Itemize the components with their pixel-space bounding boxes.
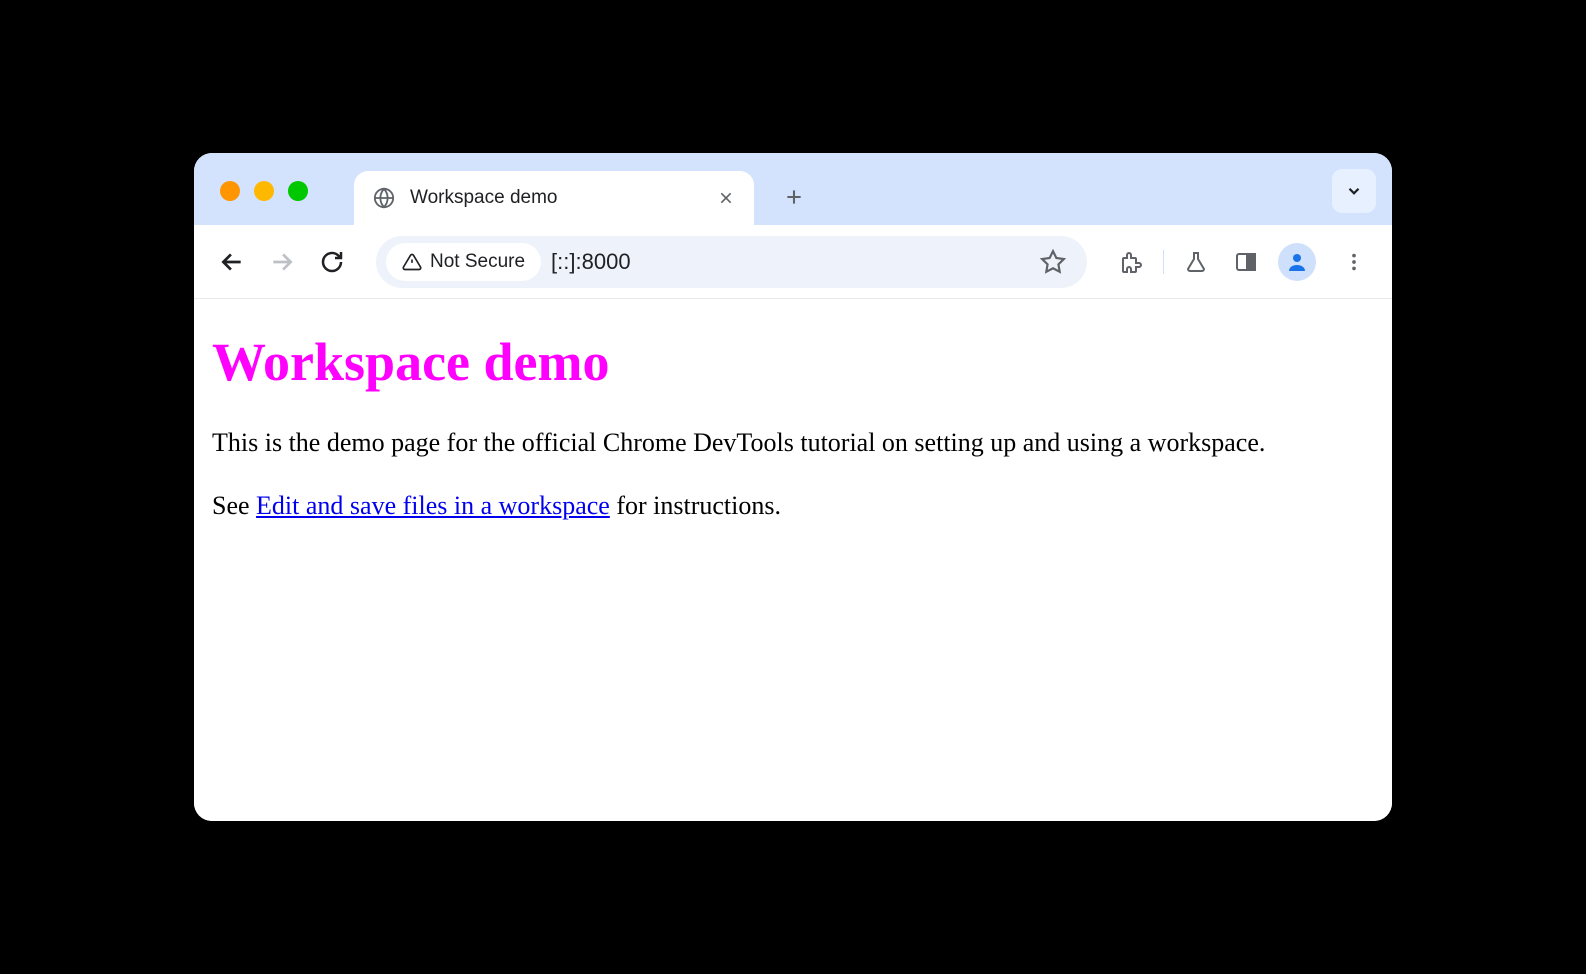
bookmark-button[interactable]	[1035, 244, 1071, 280]
page-heading: Workspace demo	[212, 331, 1374, 393]
menu-button[interactable]	[1336, 244, 1372, 280]
globe-icon	[372, 186, 396, 210]
warning-icon	[402, 252, 422, 272]
close-tab-button[interactable]	[716, 188, 736, 208]
address-bar[interactable]: Not Secure [::]:8000	[376, 236, 1087, 288]
security-label: Not Secure	[430, 251, 525, 273]
paragraph-2-prefix: See	[212, 491, 256, 520]
tab-strip: Workspace demo	[194, 153, 1392, 225]
paragraph-2-suffix: for instructions.	[610, 491, 781, 520]
page-paragraph-1: This is the demo page for the official C…	[212, 425, 1374, 460]
reload-button[interactable]	[314, 244, 350, 280]
page-content: Workspace demo This is the demo page for…	[194, 299, 1392, 821]
window-controls	[220, 181, 308, 201]
search-tabs-button[interactable]	[1332, 169, 1376, 213]
maximize-window-button[interactable]	[288, 181, 308, 201]
side-panel-button[interactable]	[1228, 244, 1264, 280]
page-paragraph-2: See Edit and save files in a workspace f…	[212, 488, 1374, 523]
tutorial-link[interactable]: Edit and save files in a workspace	[256, 491, 610, 520]
labs-button[interactable]	[1178, 244, 1214, 280]
tab-title: Workspace demo	[410, 187, 702, 209]
toolbar-separator	[1163, 250, 1164, 274]
browser-tab[interactable]: Workspace demo	[354, 171, 754, 225]
extensions-button[interactable]	[1113, 244, 1149, 280]
new-tab-button[interactable]	[774, 177, 814, 217]
browser-window: Workspace demo	[194, 153, 1392, 821]
minimize-window-button[interactable]	[254, 181, 274, 201]
forward-button[interactable]	[264, 244, 300, 280]
profile-button[interactable]	[1278, 243, 1316, 281]
back-button[interactable]	[214, 244, 250, 280]
close-window-button[interactable]	[220, 181, 240, 201]
browser-toolbar: Not Secure [::]:8000	[194, 225, 1392, 299]
url-text: [::]:8000	[551, 249, 1025, 275]
security-badge[interactable]: Not Secure	[386, 243, 541, 281]
